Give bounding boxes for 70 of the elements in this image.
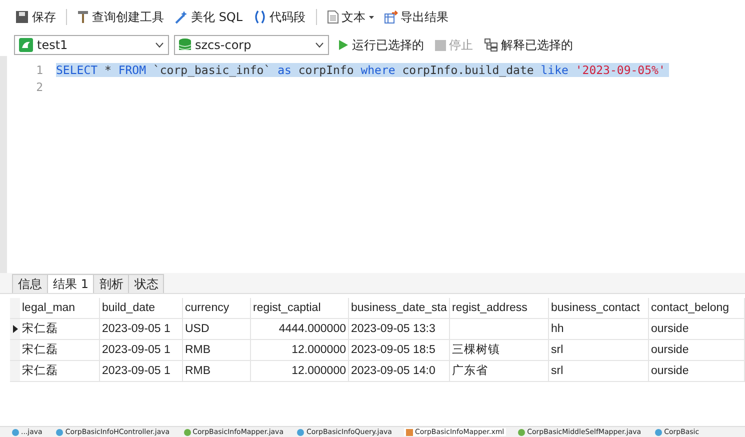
result-tab[interactable]: 信息 <box>12 274 48 293</box>
table-cell: 宋仁磊 <box>20 319 100 340</box>
caret-icon <box>155 42 164 48</box>
table-cell: 12.000000 <box>251 361 349 382</box>
header-corner <box>10 298 20 319</box>
action-button[interactable]: 解释已选择的 <box>481 36 576 54</box>
save-icon <box>15 10 29 24</box>
table-cell: 宋仁磊 <box>20 340 100 361</box>
table-cell: hh <box>549 319 649 340</box>
line-number: 2 <box>35 80 44 94</box>
table-cell: RMB <box>183 361 251 382</box>
toolbar-button[interactable]: 美化 SQL <box>171 7 246 27</box>
result-tab[interactable]: 结果 1 <box>47 274 94 293</box>
table-cell: ourside <box>649 319 745 340</box>
toolbar-button[interactable]: 代码段 <box>250 7 309 27</box>
export-grid-icon <box>384 10 398 24</box>
table-cell: 2023-09-05 14:0 <box>349 361 450 382</box>
column-header[interactable]: build_date <box>100 298 183 319</box>
caret-icon <box>315 42 324 48</box>
toolbar-button[interactable]: 导出结果 <box>380 7 452 27</box>
column-header[interactable]: regist_address <box>450 298 549 319</box>
class-icon <box>12 428 19 436</box>
table-cell: 2023-09-05 1 <box>100 361 183 382</box>
action-button[interactable]: 运行已选择的 <box>334 36 427 54</box>
column-header[interactable]: currency <box>183 298 251 319</box>
table-cell: RMB <box>183 340 251 361</box>
table-cell: 2023-09-05 18:5 <box>349 340 450 361</box>
class-icon <box>655 428 662 436</box>
row-header[interactable] <box>10 319 20 340</box>
table-cell: USD <box>183 319 251 340</box>
explain-icon <box>484 38 498 52</box>
interface-icon <box>518 428 526 436</box>
table-cell: srl <box>549 361 649 382</box>
table-cell: srl <box>549 340 649 361</box>
toolbar-button[interactable]: 文本 <box>324 7 377 27</box>
table-cell: 12.000000 <box>251 340 349 361</box>
play-icon <box>337 39 349 51</box>
current-row-icon <box>12 325 18 333</box>
xml-file-icon <box>406 428 413 436</box>
toolbar-button[interactable]: 查询创建工具 <box>74 7 167 27</box>
hammer-icon <box>77 10 89 24</box>
column-header[interactable]: legal_man <box>20 298 100 319</box>
table-cell: 2023-09-05 13:3 <box>349 319 450 340</box>
table-cell: 广东省 <box>450 361 549 382</box>
table-cell: 2023-09-05 1 <box>100 340 183 361</box>
table-cell: 4444.000000 <box>251 319 349 340</box>
table-cell: ourside <box>649 340 745 361</box>
column-header[interactable]: business_contact <box>549 298 649 319</box>
database-icon <box>179 38 191 52</box>
dropdown-icon <box>368 16 374 18</box>
interface-icon <box>184 428 191 436</box>
wand-icon <box>174 10 188 24</box>
class-icon <box>297 428 304 436</box>
column-header[interactable]: business_date_sta <box>349 298 450 319</box>
table-cell: ourside <box>649 361 745 382</box>
result-tab[interactable]: 状态 <box>128 274 164 293</box>
connection-select[interactable]: test1 <box>14 35 169 55</box>
table-cell: 三棵树镇 <box>450 340 549 361</box>
stop-icon <box>435 40 446 50</box>
database-select[interactable]: szcs-corp <box>174 35 329 55</box>
line-number: 1 <box>35 62 44 76</box>
parentheses-icon <box>252 10 267 24</box>
result-tab[interactable]: 剖析 <box>93 274 130 293</box>
class-icon <box>56 428 64 436</box>
column-header[interactable]: contact_belong <box>649 298 745 319</box>
document-icon <box>326 10 339 24</box>
table-cell: 2023-09-05 1 <box>100 319 183 340</box>
table-cell: 宋仁磊 <box>20 361 100 382</box>
toolbar-button[interactable]: 保存 <box>12 7 59 27</box>
column-header[interactable]: regist_captial <box>251 298 349 319</box>
